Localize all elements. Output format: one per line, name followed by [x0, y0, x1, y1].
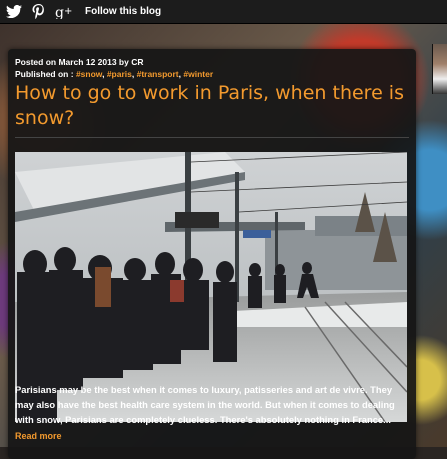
post-card: Posted on March 12 2013 by CR Published …: [8, 49, 416, 459]
tag-link[interactable]: #transport: [137, 69, 179, 79]
title-divider: [15, 137, 409, 138]
svg-text:+: +: [64, 6, 72, 17]
read-more-link[interactable]: Read more: [15, 431, 62, 441]
google-plus-icon[interactable]: g +: [55, 0, 75, 23]
twitter-icon[interactable]: [6, 0, 22, 23]
follow-blog-link[interactable]: Follow this blog: [85, 6, 161, 17]
svg-text:g: g: [55, 5, 64, 19]
published-prefix: Published on :: [15, 69, 74, 79]
tag-link[interactable]: #snow: [76, 69, 102, 79]
post-title[interactable]: How to go to work in Paris, when there i…: [15, 81, 407, 131]
top-bar: g + Follow this blog: [0, 0, 447, 24]
posted-on: Posted on March 12 2013 by CR: [15, 57, 144, 67]
post-excerpt: Parisians may be the best when it comes …: [15, 384, 395, 425]
tag-link[interactable]: #winter: [183, 69, 213, 79]
post-meta: Posted on March 12 2013 by CR Published …: [15, 56, 213, 80]
published-tags: Published on : #snow, #paris, #transport…: [15, 69, 214, 79]
pinterest-icon[interactable]: [32, 0, 45, 23]
tag-link[interactable]: #paris: [107, 69, 132, 79]
sidebar-thumbnail[interactable]: [432, 44, 447, 94]
social-links: g +: [0, 0, 79, 23]
